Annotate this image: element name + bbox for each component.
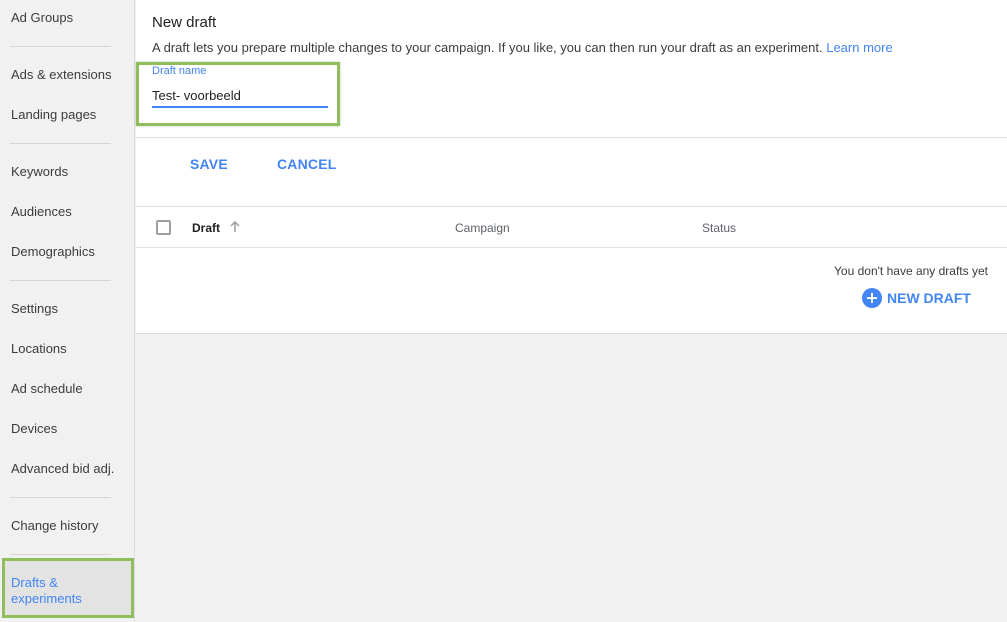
select-all-checkbox[interactable] xyxy=(156,220,171,235)
new-draft-card: New draft A draft lets you prepare multi… xyxy=(136,0,1007,334)
draft-name-label: Draft name xyxy=(152,65,207,77)
sidebar-item-keywords[interactable]: Keywords xyxy=(11,164,68,180)
sidebar-item-demographics[interactable]: Demographics xyxy=(11,244,95,260)
sidebar-item-devices[interactable]: Devices xyxy=(11,421,57,437)
sidebar-item-change-history[interactable]: Change history xyxy=(11,518,98,534)
column-header-status[interactable]: Status xyxy=(702,221,736,235)
sidebar-item-drafts-experiments[interactable]: Drafts & experiments xyxy=(2,558,134,618)
sidebar-item-settings[interactable]: Settings xyxy=(11,301,58,317)
learn-more-link[interactable]: Learn more xyxy=(826,40,892,55)
sidebar-divider xyxy=(10,280,111,281)
cancel-button[interactable]: CANCEL xyxy=(277,156,337,172)
sidebar-item-ads-extensions[interactable]: Ads & extensions xyxy=(11,67,111,83)
new-draft-button[interactable]: NEW DRAFT xyxy=(862,288,971,308)
description-text: A draft lets you prepare multiple change… xyxy=(152,40,893,55)
draft-name-input[interactable] xyxy=(152,84,328,108)
page-title: New draft xyxy=(152,14,217,31)
sidebar-item-label: Drafts & experiments xyxy=(11,575,82,606)
column-header-campaign[interactable]: Campaign xyxy=(455,221,510,235)
new-draft-label: NEW DRAFT xyxy=(887,290,971,306)
sidebar-divider xyxy=(10,143,111,144)
divider xyxy=(136,137,1007,138)
sidebar-item-ad-schedule[interactable]: Ad schedule xyxy=(11,381,83,397)
table-header: Draft Campaign Status xyxy=(136,206,1007,248)
sidebar-divider xyxy=(10,46,111,47)
empty-state-message: You don't have any drafts yet xyxy=(834,264,988,278)
sidebar-item-ad-groups[interactable]: Ad Groups xyxy=(11,10,73,26)
add-circle-icon xyxy=(862,288,882,308)
column-header-draft[interactable]: Draft xyxy=(192,221,220,235)
sidebar-divider xyxy=(10,497,111,498)
sidebar-divider xyxy=(10,554,111,555)
sidebar-item-advanced-bid-adj[interactable]: Advanced bid adj. xyxy=(11,461,114,477)
sort-arrow-up-icon[interactable] xyxy=(228,220,242,234)
sidebar-item-audiences[interactable]: Audiences xyxy=(11,204,72,220)
sidebar: Ad Groups Ads & extensions Landing pages… xyxy=(0,0,135,622)
sidebar-item-locations[interactable]: Locations xyxy=(11,341,67,357)
sidebar-item-landing-pages[interactable]: Landing pages xyxy=(11,107,96,123)
save-button[interactable]: SAVE xyxy=(190,156,228,172)
